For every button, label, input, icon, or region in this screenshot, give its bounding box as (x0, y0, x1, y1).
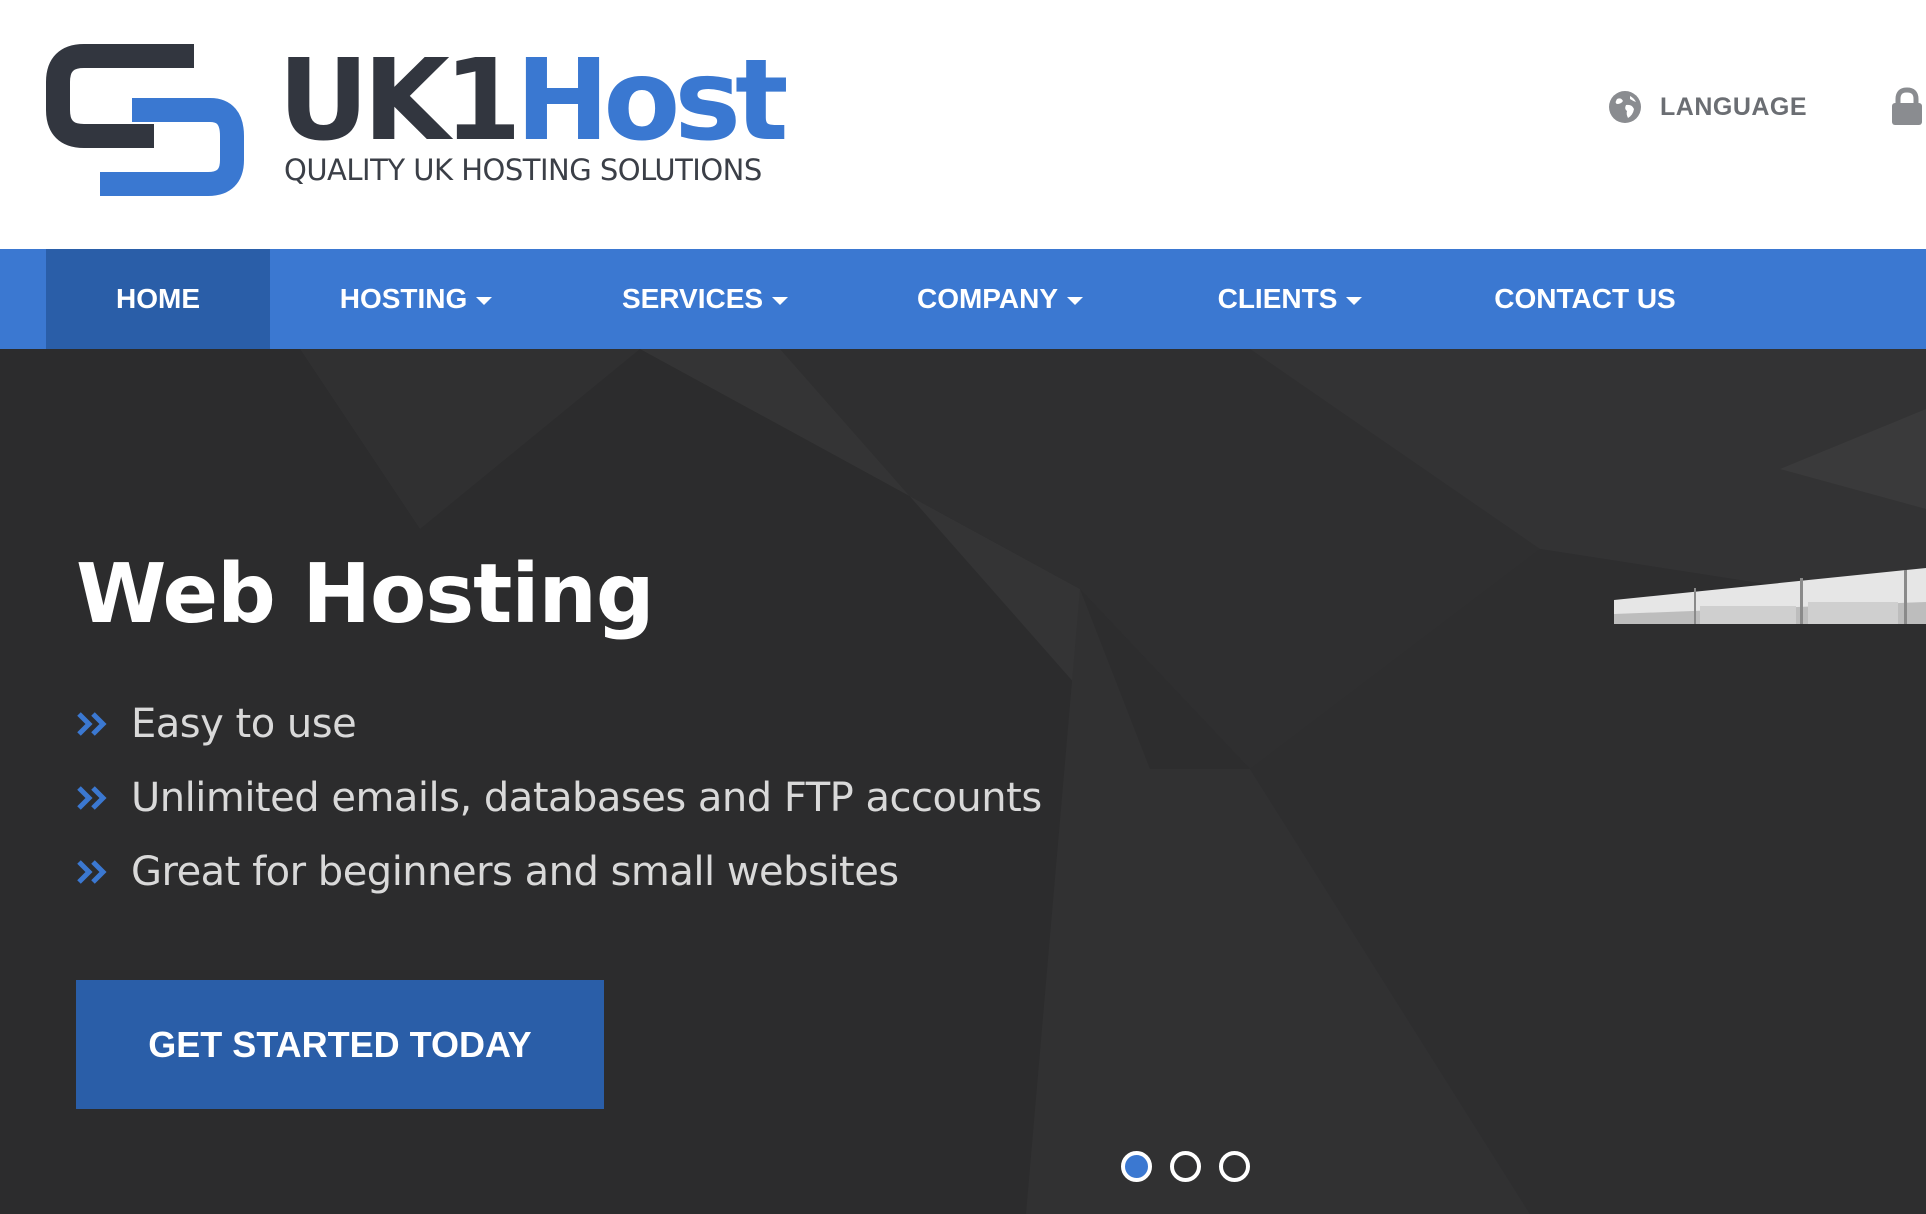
logo-mark-icon (46, 44, 244, 196)
slide-dot-2[interactable] (1170, 1151, 1201, 1182)
feature-text: Easy to use (131, 701, 357, 747)
main-nav: HOME HOSTING SERVICES COMPANY CLIENTS CO… (0, 249, 1926, 349)
feature-text: Great for beginners and small websites (131, 849, 899, 895)
nav-item-label: CONTACT US (1494, 283, 1676, 314)
get-started-button[interactable]: GET STARTED TODAY (76, 980, 604, 1109)
caret-down-icon (772, 296, 789, 305)
slide-dot-1[interactable] (1121, 1151, 1152, 1182)
logo-wordmark: UK1Host (278, 40, 789, 162)
nav-item-home[interactable]: HOME (46, 249, 270, 349)
list-item: Great for beginners and small websites (76, 835, 1042, 909)
list-item: Unlimited emails, databases and FTP acco… (76, 761, 1042, 835)
nav-item-label: SERVICES (621, 283, 764, 314)
caret-down-icon (476, 296, 493, 305)
double-chevron-right-icon (77, 712, 107, 736)
slider-pagination (1121, 1151, 1268, 1182)
nav-item-label: HOME (116, 283, 200, 314)
hero-slider: Web Hosting Easy to use Unlimited emails… (0, 349, 1926, 1214)
site-header: UK1Host QUALITY UK HOSTING SOLUTIONS LAN… (0, 0, 1926, 249)
nav-item-label: HOSTING (339, 283, 468, 314)
hero-title: Web Hosting (76, 547, 655, 642)
nav-item-contact-us[interactable]: CONTACT US (1480, 249, 1690, 349)
logo-tagline: QUALITY UK HOSTING SOLUTIONS (284, 153, 762, 187)
globe-icon (1609, 91, 1641, 123)
feature-text: Unlimited emails, databases and FTP acco… (131, 775, 1042, 821)
slide-dot-3[interactable] (1219, 1151, 1250, 1182)
nav-item-clients[interactable]: CLIENTS (1200, 249, 1380, 349)
list-item: Easy to use (76, 687, 1042, 761)
feature-list: Easy to use Unlimited emails, databases … (76, 687, 1042, 909)
server-rack-image (1614, 568, 1926, 624)
nav-item-company[interactable]: COMPANY (900, 249, 1100, 349)
nav-item-label: COMPANY (916, 283, 1059, 314)
nav-item-label: CLIENTS (1217, 283, 1338, 314)
caret-down-icon (1067, 296, 1084, 305)
nav-item-services[interactable]: SERVICES (610, 249, 800, 349)
logo-word-host: Host (515, 36, 789, 166)
language-selector[interactable]: LANGUAGE (1608, 89, 1807, 125)
double-chevron-right-icon (77, 860, 107, 884)
language-label: LANGUAGE (1660, 92, 1808, 121)
site-logo[interactable]: UK1Host QUALITY UK HOSTING SOLUTIONS (44, 40, 789, 200)
caret-down-icon (1346, 296, 1363, 305)
lock-icon[interactable] (1890, 87, 1926, 127)
nav-item-hosting[interactable]: HOSTING (320, 249, 512, 349)
logo-word-uk1: UK1 (278, 36, 522, 166)
double-chevron-right-icon (77, 786, 107, 810)
